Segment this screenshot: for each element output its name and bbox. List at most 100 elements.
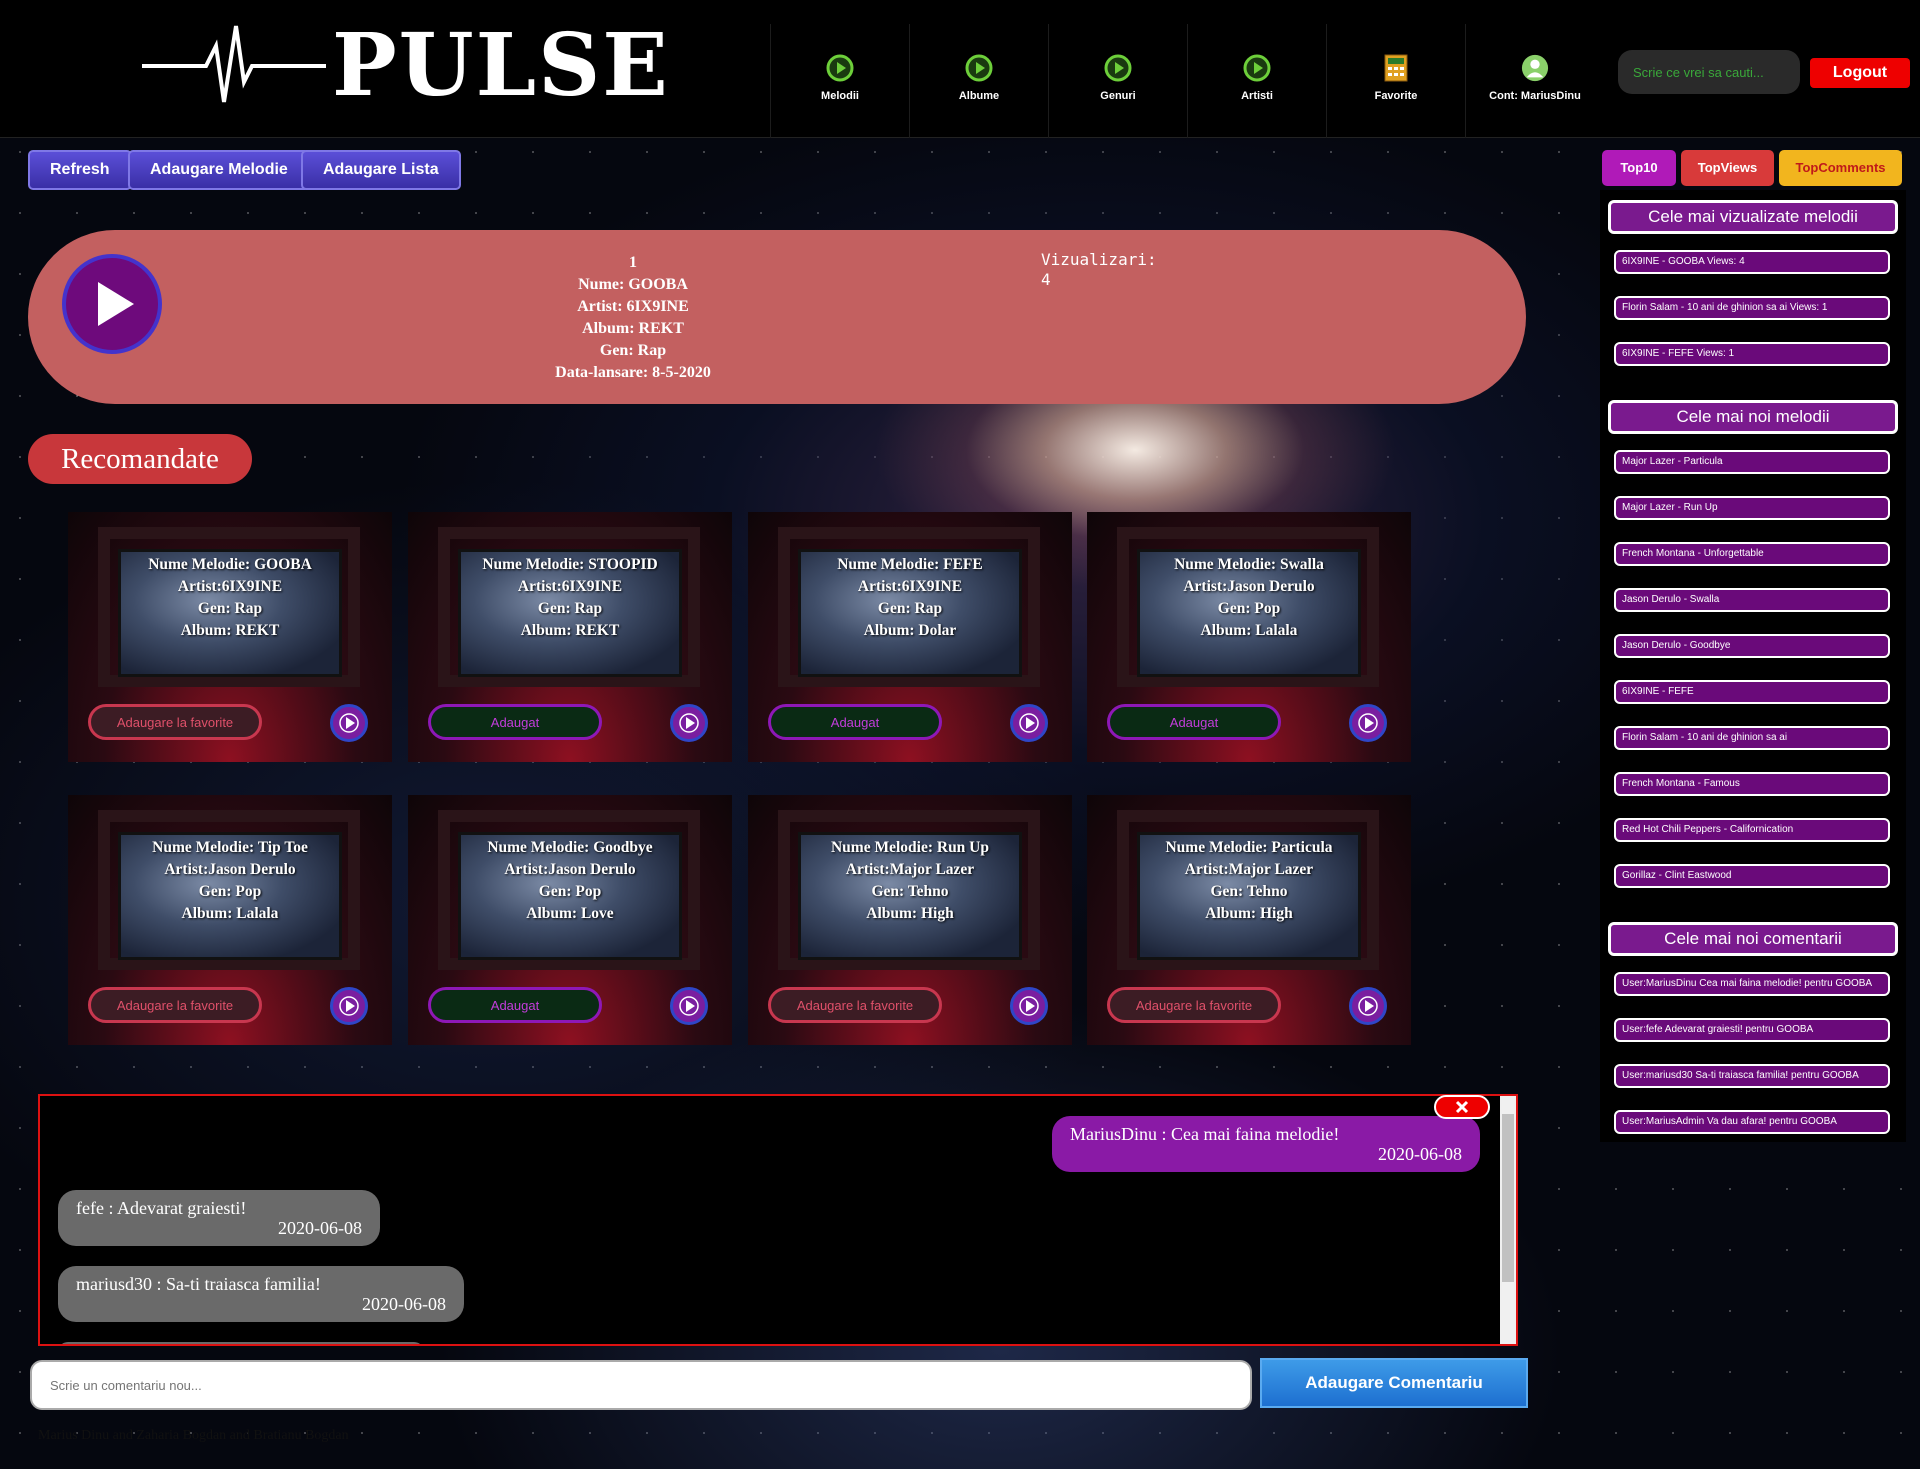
play-circle-icon [965,54,993,82]
nav-label: Albume [958,90,1000,102]
newest-song-item[interactable]: Gorillaz - Clint Eastwood [1614,864,1890,888]
song-card: Nume Melodie: FEFE Artist:6IX9INE Gen: Rap… [748,512,1072,762]
newest-song-item[interactable]: Jason Derulo - Swalla [1614,588,1890,612]
song-rank: 1 [629,254,637,271]
main-nav: Melodii Albume Genuri Artisti Favorite C… [770,24,1604,138]
favorite-button[interactable]: Adaugat [768,704,942,740]
add-song-button[interactable]: Adaugare Melodie [128,150,310,190]
card-play-button[interactable] [1010,987,1048,1025]
newest-comment-item[interactable]: User:MariusDinu Cea mai faina melodie! p… [1614,972,1890,996]
most-viewed-item[interactable]: 6IX9INE - FEFE Views: 1 [1614,342,1890,366]
song-release: Data-lansare: 8-5-2020 [555,364,711,381]
pulse-logo[interactable]: PULSE [142,22,668,110]
card-play-button[interactable] [1010,704,1048,742]
tab-top10[interactable]: Top10 [1602,150,1676,186]
song-card: Nume Melodie: Swalla Artist:Jason Derulo G… [1087,512,1411,762]
views-counter: Vizualizari: 4 [1041,250,1157,290]
song-card: Nume Melodie: GOOBA Artist:6IX9INE Gen: Ra… [68,512,392,762]
add-list-button[interactable]: Adaugare Lista [301,150,461,190]
comments-panel[interactable]: MariusDinu : Cea mai faina melodie! 2020… [38,1094,1518,1346]
newest-comment-item[interactable]: User:mariusd30 Sa-ti traiasca familia! p… [1614,1064,1890,1088]
card-info: Nume Melodie: Swalla Artist:Jason Derulo G… [1137,554,1361,642]
newest-song-item[interactable]: French Montana - Famous [1614,772,1890,796]
card-play-button[interactable] [670,987,708,1025]
card-info: Nume Melodie: STOOPID Artist:6IX9INE Gen: … [458,554,682,642]
card-info: Nume Melodie: Goodbye Artist:Jason Derulo… [458,837,682,925]
newest-comment-item[interactable]: User:MariusAdmin Va dau afara! pentru GO… [1614,1110,1890,1134]
newest-song-item[interactable]: Red Hot Chili Peppers - Californication [1614,818,1890,842]
card-play-button[interactable] [670,704,708,742]
nav-artisti[interactable]: Artisti [1187,24,1326,138]
comments-scrollbar[interactable] [1500,1096,1516,1344]
favorite-button[interactable]: Adaugare la favorite [1107,987,1281,1023]
play-icon [339,713,359,733]
header: PULSE Melodii Albume Genuri Artisti Favo… [0,0,1920,138]
card-album: Album: Lalala [1200,622,1298,639]
newest-song-item[interactable]: French Montana - Unforgettable [1614,542,1890,566]
card-genre: Gen: Rap [877,600,943,617]
nav-melodii[interactable]: Melodii [770,24,909,138]
comment-input[interactable] [30,1360,1252,1410]
card-play-button[interactable] [330,704,368,742]
song-album: Album: REKT [582,320,684,337]
tab-topcomments[interactable]: TopComments [1779,150,1902,186]
card-song-name: Nume Melodie: Swalla [1174,556,1324,573]
comment-date: 2020-06-08 [362,1294,446,1314]
play-button[interactable] [62,254,162,354]
newest-song-item[interactable]: Major Lazer - Run Up [1614,496,1890,520]
close-comments-button[interactable] [1434,1095,1490,1119]
nav-albume[interactable]: Albume [909,24,1048,138]
tab-topviews[interactable]: TopViews [1681,150,1774,186]
play-icon [679,996,699,1016]
comment-bubble: MariusDinu : Cea mai faina melodie! 2020… [1052,1116,1480,1172]
play-icon [1358,713,1378,733]
card-play-button[interactable] [1349,987,1387,1025]
search-input[interactable] [1618,50,1800,94]
card-artist: Artist:Major Lazer [845,861,975,878]
card-play-button[interactable] [330,987,368,1025]
most-viewed-item[interactable]: 6IX9INE - GOOBA Views: 4 [1614,250,1890,274]
card-album: Album: REKT [180,622,280,639]
song-card: Nume Melodie: STOOPID Artist:6IX9INE Gen: … [408,512,732,762]
play-circle-icon [826,54,854,82]
most-viewed-item[interactable]: Florin Salam - 10 ani de ghinion sa ai V… [1614,296,1890,320]
refresh-button[interactable]: Refresh [28,150,132,190]
favorite-button[interactable]: Adaugare la favorite [88,704,262,740]
logout-button[interactable]: Logout [1810,58,1910,88]
favorite-button[interactable]: Adaugare la favorite [768,987,942,1023]
newest-song-item[interactable]: 6IX9INE - FEFE [1614,680,1890,704]
card-artist: Artist:6IX9INE [177,578,283,595]
newest-song-item[interactable]: Jason Derulo - Goodbye [1614,634,1890,658]
play-icon [1019,996,1039,1016]
most-viewed-title: Cele mai vizualizate melodii [1608,200,1898,234]
add-comment-button[interactable]: Adaugare Comentariu [1260,1358,1528,1408]
play-icon [1358,996,1378,1016]
nav-label: Melodii [821,90,859,102]
nav-genuri[interactable]: Genuri [1048,24,1187,138]
nav-cont[interactable]: Cont: MariusDinu [1465,24,1604,138]
favorite-button[interactable]: Adaugare la favorite [88,987,262,1023]
footer-credits: Marius Dinu and Zaharia Bogdan and Brati… [38,1428,349,1443]
card-album: Album: Dolar [863,622,957,639]
song-info: 1 Nume: GOOBA Artist: 6IX9INE Album: REK… [498,252,768,384]
scrollbar-thumb[interactable] [1502,1114,1514,1282]
card-song-name: Nume Melodie: STOOPID [482,556,658,573]
logo-text: PULSE [332,15,670,116]
card-song-name: Nume Melodie: FEFE [837,556,983,573]
card-info: Nume Melodie: GOOBA Artist:6IX9INE Gen: Ra… [118,554,342,642]
card-info: Nume Melodie: Tip Toe Artist:Jason Derulo… [118,837,342,925]
favorite-button[interactable]: Adaugat [428,987,602,1023]
newest-comment-item[interactable]: User:fefe Adevarat graiesti! pentru GOOB… [1614,1018,1890,1042]
nav-favorite[interactable]: Favorite [1326,24,1465,138]
user-icon [1521,54,1549,82]
favorite-button[interactable]: Adaugat [1107,704,1281,740]
card-artist: Artist:Jason Derulo [1183,578,1315,595]
favorite-button[interactable]: Adaugat [428,704,602,740]
comment-date: 2020-06-08 [1378,1144,1462,1164]
views-label: Vizualizari: [1041,250,1157,269]
newest-song-item[interactable]: Florin Salam - 10 ani de ghinion sa ai [1614,726,1890,750]
song-artist: Artist: 6IX9INE [577,298,689,315]
card-play-button[interactable] [1349,704,1387,742]
newest-song-item[interactable]: Major Lazer - Particula [1614,450,1890,474]
card-song-name: Nume Melodie: Particula [1165,839,1333,856]
